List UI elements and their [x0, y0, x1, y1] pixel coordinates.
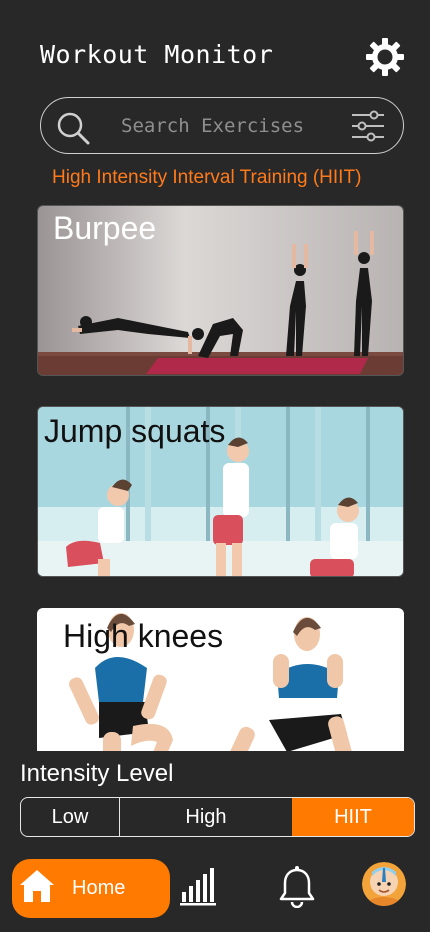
intensity-option-high[interactable]: High	[120, 798, 292, 836]
sliders-icon[interactable]	[351, 110, 385, 142]
app-screen: Workout Monitor Search Exercises High In…	[0, 0, 430, 932]
exercise-card-high-knees[interactable]: High knees	[37, 608, 404, 751]
search-icon	[57, 112, 90, 145]
intensity-option-low[interactable]: Low	[21, 798, 120, 836]
exercise-name: Jump squats	[44, 413, 226, 449]
avatar-image	[362, 862, 406, 906]
exercise-list[interactable]: Burpee Jump squats High knees	[0, 200, 430, 751]
intensity-selector[interactable]: Low High HIIT	[20, 797, 415, 837]
bar-chart-icon[interactable]	[180, 866, 216, 906]
home-icon	[20, 870, 54, 902]
exercise-name: Burpee	[53, 210, 157, 246]
category-title: High Intensity Interval Training (HIIT)	[52, 167, 362, 188]
nav-home-label: Home	[72, 877, 126, 899]
bell-icon[interactable]	[278, 866, 316, 908]
search-input[interactable]	[121, 110, 336, 142]
exercise-name: High knees	[63, 618, 224, 654]
settings-button[interactable]	[364, 36, 406, 78]
page-title: Workout Monitor	[40, 40, 274, 69]
nav-home-button[interactable]: Home	[12, 859, 170, 918]
gear-icon	[366, 38, 404, 76]
avatar[interactable]	[362, 862, 406, 906]
intensity-option-hiit[interactable]: HIIT	[292, 798, 414, 836]
exercise-card-jump-squats[interactable]: Jump squats	[37, 406, 404, 577]
exercise-card-burpee[interactable]: Burpee	[37, 205, 404, 376]
intensity-label: Intensity Level	[20, 760, 174, 787]
search-bar[interactable]	[40, 97, 404, 154]
